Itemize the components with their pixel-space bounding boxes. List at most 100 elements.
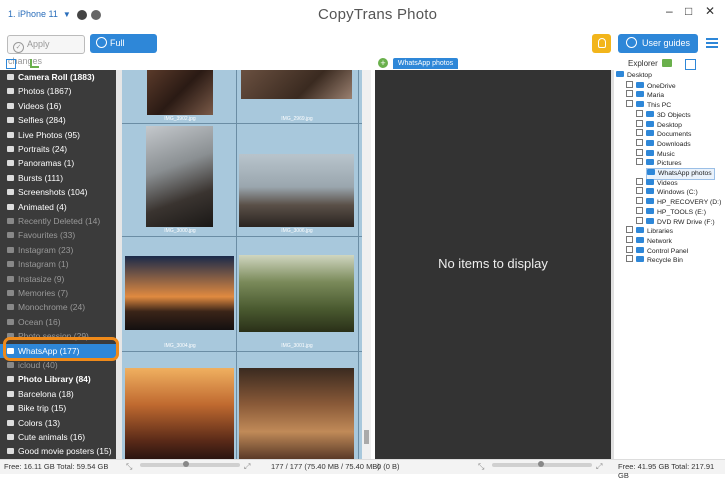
album-item[interactable]: Screenshots (104): [0, 185, 116, 199]
album-item[interactable]: Videos (16): [0, 99, 116, 113]
album-item[interactable]: Good movie posters (15): [0, 444, 116, 458]
explorer-tree-item[interactable]: DVD RW Drive (F:): [636, 216, 715, 227]
grid-scrollbar[interactable]: [362, 70, 371, 459]
apply-changes-button[interactable]: ✓ Apply changes: [7, 35, 85, 66]
user-guides-button[interactable]: User guides: [618, 34, 698, 53]
expand-toggle-icon[interactable]: [636, 187, 643, 195]
expand-panel-icon[interactable]: [685, 59, 696, 70]
zoom-in-icon[interactable]: ⤢: [244, 462, 250, 472]
photo-thumbnail[interactable]: [239, 368, 354, 459]
album-item[interactable]: Instagram (1): [0, 257, 116, 271]
expand-toggle-icon[interactable]: [636, 216, 643, 224]
expand-toggle-icon[interactable]: [636, 177, 643, 185]
zoom-in-icon[interactable]: ⤢: [596, 462, 602, 472]
expand-toggle-icon[interactable]: [626, 245, 633, 253]
expand-toggle-icon[interactable]: [636, 148, 643, 156]
photo-thumbnail[interactable]: [146, 126, 213, 227]
photo-thumbnail[interactable]: [125, 256, 234, 330]
album-item[interactable]: Barcelona (18): [0, 387, 116, 401]
tips-bulb-button[interactable]: [592, 34, 611, 53]
album-group-header[interactable]: Camera Roll (1883): [0, 70, 116, 84]
album-item[interactable]: Instasize (9): [0, 272, 116, 286]
explorer-tree-item[interactable]: 3D Objects: [636, 109, 691, 120]
album-item[interactable]: Monochrome (24): [0, 300, 116, 314]
album-icon: [7, 146, 14, 152]
zoom-out-icon[interactable]: ⤡: [126, 462, 132, 472]
zoom-slider-handle[interactable]: [183, 461, 189, 467]
refresh-icon[interactable]: [91, 10, 101, 20]
album-group-header[interactable]: Photo Library (84): [0, 372, 116, 386]
explorer-tree-item[interactable]: Windows (C:): [636, 187, 698, 197]
album-item[interactable]: Photos (1867): [0, 84, 116, 98]
add-album-icon[interactable]: +: [378, 58, 388, 68]
album-item[interactable]: Bike trip (15): [0, 401, 116, 415]
explorer-tree-item[interactable]: Libraries: [626, 226, 673, 236]
album-item[interactable]: Ocean (16): [0, 315, 116, 329]
photo-thumbnail[interactable]: [125, 368, 234, 459]
collapse-panel-icon[interactable]: [6, 59, 16, 69]
expand-toggle-icon[interactable]: [636, 119, 643, 127]
expand-toggle-icon[interactable]: [636, 109, 643, 117]
album-item[interactable]: Panoramas (1): [0, 156, 116, 170]
photo-thumbnail[interactable]: [241, 70, 352, 99]
expand-toggle-icon[interactable]: [626, 226, 633, 234]
explorer-tree: Desktop OneDrive Maria This PC 3D Objects Des…: [614, 70, 725, 459]
photo-thumbnail[interactable]: [239, 255, 354, 332]
explorer-tree-item[interactable]: HP_TOOLS (E:): [636, 206, 706, 217]
expand-toggle-icon[interactable]: [626, 80, 633, 88]
explorer-tree-item[interactable]: Documents: [636, 129, 691, 139]
album-item[interactable]: Recently Deleted (14): [0, 214, 116, 228]
expand-toggle-icon[interactable]: [636, 206, 643, 214]
expand-toggle-icon[interactable]: [636, 158, 643, 166]
expand-toggle-icon[interactable]: [636, 197, 643, 205]
new-folder-icon[interactable]: [662, 59, 672, 67]
album-item[interactable]: Live Photos (95): [0, 128, 116, 142]
tree-view-icon[interactable]: [30, 59, 39, 68]
expand-toggle-icon[interactable]: [626, 90, 633, 98]
zoom-slider-handle[interactable]: [538, 461, 544, 467]
explorer-item-label: Pictures: [657, 160, 682, 168]
explorer-tree-item[interactable]: Maria: [626, 90, 664, 100]
explorer-tree-item[interactable]: Control Panel: [626, 245, 688, 256]
explorer-tree-item[interactable]: Pictures: [636, 158, 682, 168]
explorer-tree-item[interactable]: Desktop: [616, 71, 652, 81]
album-item[interactable]: Memories (7): [0, 286, 116, 300]
grid-scrollbar-thumb[interactable]: [364, 430, 369, 444]
album-item[interactable]: Portraits (24): [0, 142, 116, 156]
full-backup-button[interactable]: Full Backup: [90, 34, 157, 67]
photo-thumbnail[interactable]: [147, 70, 213, 115]
minimize-icon[interactable]: –: [666, 4, 673, 18]
expand-toggle-icon[interactable]: [636, 138, 643, 146]
explorer-tree-item[interactable]: Videos: [636, 177, 678, 188]
device-selector[interactable]: 1. iPhone 11 ▼: [8, 9, 71, 19]
album-item[interactable]: Cute animals (16): [0, 430, 116, 444]
photo-thumbnail[interactable]: [239, 154, 354, 227]
album-item[interactable]: Instagram (23): [0, 243, 116, 257]
album-item[interactable]: Bursts (111): [0, 171, 116, 185]
eject-icon[interactable]: [77, 10, 87, 20]
album-item-label: Portraits (24): [18, 144, 68, 154]
explorer-tree-item[interactable]: HP_RECOVERY (D:): [636, 197, 721, 207]
album-item[interactable]: Selfies (284): [0, 113, 116, 127]
expand-toggle-icon[interactable]: [626, 235, 633, 243]
zoom-slider[interactable]: [140, 463, 240, 467]
explorer-tree-item[interactable]: Network: [626, 235, 672, 246]
explorer-tree-item[interactable]: This PC: [626, 100, 671, 110]
album-item[interactable]: Favourites (33): [0, 228, 116, 242]
explorer-tree-item[interactable]: OneDrive: [626, 80, 676, 91]
zoom-out-icon[interactable]: ⤡: [478, 462, 484, 472]
check-icon: ✓: [13, 42, 24, 53]
album-item[interactable]: Colors (13): [0, 416, 116, 430]
explorer-tree-item[interactable]: Music: [636, 148, 675, 159]
album-item[interactable]: Animated (4): [0, 200, 116, 214]
tab-whatsapp-photos[interactable]: WhatsApp photos (0): [393, 58, 458, 78]
maximize-icon[interactable]: □: [685, 4, 692, 18]
explorer-tree-item[interactable]: Recycle Bin: [626, 255, 683, 265]
menu-icon[interactable]: [706, 38, 718, 48]
expand-toggle-icon[interactable]: [626, 255, 633, 263]
expand-toggle-icon[interactable]: [626, 100, 633, 108]
explorer-tree-item[interactable]: Downloads: [636, 138, 691, 149]
close-icon[interactable]: ✕: [705, 4, 715, 18]
explorer-tree-item[interactable]: Desktop: [636, 119, 682, 130]
expand-toggle-icon[interactable]: [636, 129, 643, 137]
